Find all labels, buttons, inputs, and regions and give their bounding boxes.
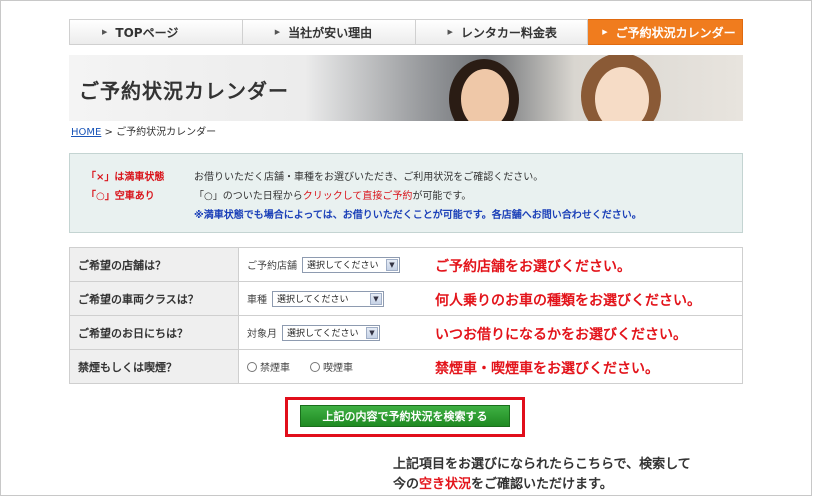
info-line-2: 「○」のついた日程からクリックして直接ご予約が可能です。 xyxy=(194,187,471,202)
non-smoking-label: 禁煙車 xyxy=(260,363,290,374)
class-hint: 何人乗りのお車の種類をお選びください。 xyxy=(435,293,701,309)
chevron-down-icon: ▼ xyxy=(386,258,398,271)
date-select-value: 選択してください xyxy=(287,329,359,339)
note-highlight: 空き状況 xyxy=(419,477,472,492)
date-hint: いつお借りになるかをお選びください。 xyxy=(435,327,687,343)
note-line-1: 上記項目をお選びになられたらこちらで、検索して xyxy=(393,457,691,472)
info-line-2-post: が可能です。 xyxy=(412,191,472,202)
class-select-value: 選択してください xyxy=(277,295,349,305)
triangle-right-icon: ▶ xyxy=(102,28,108,36)
smoking-label: 喫煙車 xyxy=(323,363,353,374)
nav-reasons-label: 当社が安い理由 xyxy=(288,25,373,40)
info-line-2-highlight: クリックして直接ご予約 xyxy=(302,191,413,202)
info-box: 「×」は満車状態 お借りいただく店舗・車種をお選びいただき、ご利用状況をご確認く… xyxy=(69,153,743,233)
nav-price-table-label: レンタカー料金表 xyxy=(460,25,557,40)
form-row-store: ご希望の店舗は？ ご予約店舗 選択してください ▼ ご予約店舗をお選びください。 xyxy=(69,248,743,282)
note-line-2-pre: 今の xyxy=(393,477,420,492)
store-question: ご希望の店舗は？ xyxy=(69,248,239,281)
date-select[interactable]: 選択してください ▼ xyxy=(282,324,380,341)
full-status-label: 「×」は満車状態 xyxy=(86,172,165,183)
search-form: ご希望の店舗は？ ご予約店舗 選択してください ▼ ご予約店舗をお選びください。… xyxy=(69,247,743,384)
breadcrumb-separator: > xyxy=(104,127,113,138)
breadcrumb: HOME > ご予約状況カレンダー xyxy=(71,123,216,138)
store-select-value: 選択してください xyxy=(307,261,379,271)
store-field-cell: ご予約店舗 選択してください ▼ ご予約店舗をお選びください。 xyxy=(239,248,743,281)
form-row-date: ご希望のお日にちは？ 対象月 選択してください ▼ いつお借りになるかをお選びく… xyxy=(69,316,743,350)
class-field-label: 車種 xyxy=(247,295,267,306)
top-nav: ▶ TOPページ ▶ 当社が安い理由 ▶ レンタカー料金表 ▶ ご予約状況カレン… xyxy=(69,19,743,45)
date-question: ご希望のお日にちは？ xyxy=(69,316,239,349)
nav-top[interactable]: ▶ TOPページ xyxy=(69,19,243,45)
form-row-smoking: 禁煙もしくは喫煙？ 禁煙車 喫煙車 禁煙車・喫煙車をお選びください。 xyxy=(69,350,743,384)
nav-calendar[interactable]: ▶ ご予約状況カレンダー xyxy=(588,19,743,45)
store-select[interactable]: 選択してください ▼ xyxy=(302,256,400,273)
form-row-class: ご希望の車両クラスは？ 車種 選択してください ▼ 何人乗りのお車の種類をお選び… xyxy=(69,282,743,316)
nav-calendar-label: ご予約状況カレンダー xyxy=(615,25,736,40)
info-line-3: ※満車状態でも場合によっては、お借りいただくことが可能です。各店舗へお問い合わせ… xyxy=(194,210,642,221)
page-banner: ご予約状況カレンダー xyxy=(69,55,743,121)
radio-circle-icon xyxy=(310,361,320,372)
info-line-1: お借りいただく店舗・車種をお選びいただき、ご利用状況をご確認ください。 xyxy=(194,172,544,183)
search-button-highlight: 上記の内容で予約状況を検索する xyxy=(285,397,525,437)
smoking-field-cell: 禁煙車 喫煙車 禁煙車・喫煙車をお選びください。 xyxy=(239,350,743,383)
nav-reasons[interactable]: ▶ 当社が安い理由 xyxy=(242,19,416,45)
store-hint: ご予約店舗をお選びください。 xyxy=(435,259,631,275)
triangle-right-icon: ▶ xyxy=(447,28,453,36)
class-select[interactable]: 選択してください ▼ xyxy=(272,290,384,307)
chevron-down-icon: ▼ xyxy=(366,326,378,339)
info-line-2-pre: 「○」のついた日程から xyxy=(194,191,303,202)
triangle-right-icon: ▶ xyxy=(602,28,608,36)
date-field-cell: 対象月 選択してください ▼ いつお借りになるかをお選びください。 xyxy=(239,316,743,349)
date-field-label: 対象月 xyxy=(247,329,277,340)
class-field-cell: 車種 選択してください ▼ 何人乗りのお車の種類をお選びください。 xyxy=(239,282,743,315)
class-question: ご希望の車両クラスは？ xyxy=(69,282,239,315)
breadcrumb-current: ご予約状況カレンダー xyxy=(116,127,217,138)
instruction-note: 上記項目をお選びになられたらこちらで、検索して 今の空き状況をご確認いただけます… xyxy=(393,455,691,495)
breadcrumb-home-link[interactable]: HOME xyxy=(71,127,101,138)
available-status-label: 「○」空車あり xyxy=(86,191,155,202)
nav-price-table[interactable]: ▶ レンタカー料金表 xyxy=(415,19,589,45)
triangle-right-icon: ▶ xyxy=(274,28,281,36)
nav-top-label: TOPページ xyxy=(115,25,179,40)
non-smoking-radio[interactable]: 禁煙車 xyxy=(247,359,290,374)
note-line-2: 今の空き状況をご確認いただけます。 xyxy=(393,475,691,495)
note-line-2-post: をご確認いただけます。 xyxy=(471,477,613,492)
page-frame: ▶ TOPページ ▶ 当社が安い理由 ▶ レンタカー料金表 ▶ ご予約状況カレン… xyxy=(0,0,812,496)
radio-circle-icon xyxy=(247,361,257,372)
page-title: ご予約状況カレンダー xyxy=(79,79,289,103)
smoking-question: 禁煙もしくは喫煙？ xyxy=(69,350,239,383)
banner-photo-face-1 xyxy=(461,69,509,121)
store-field-label: ご予約店舗 xyxy=(247,261,297,272)
chevron-down-icon: ▼ xyxy=(370,292,382,305)
smoking-radio[interactable]: 喫煙車 xyxy=(310,359,353,374)
search-button[interactable]: 上記の内容で予約状況を検索する xyxy=(300,405,510,427)
smoking-hint: 禁煙車・喫煙車をお選びください。 xyxy=(435,361,659,377)
